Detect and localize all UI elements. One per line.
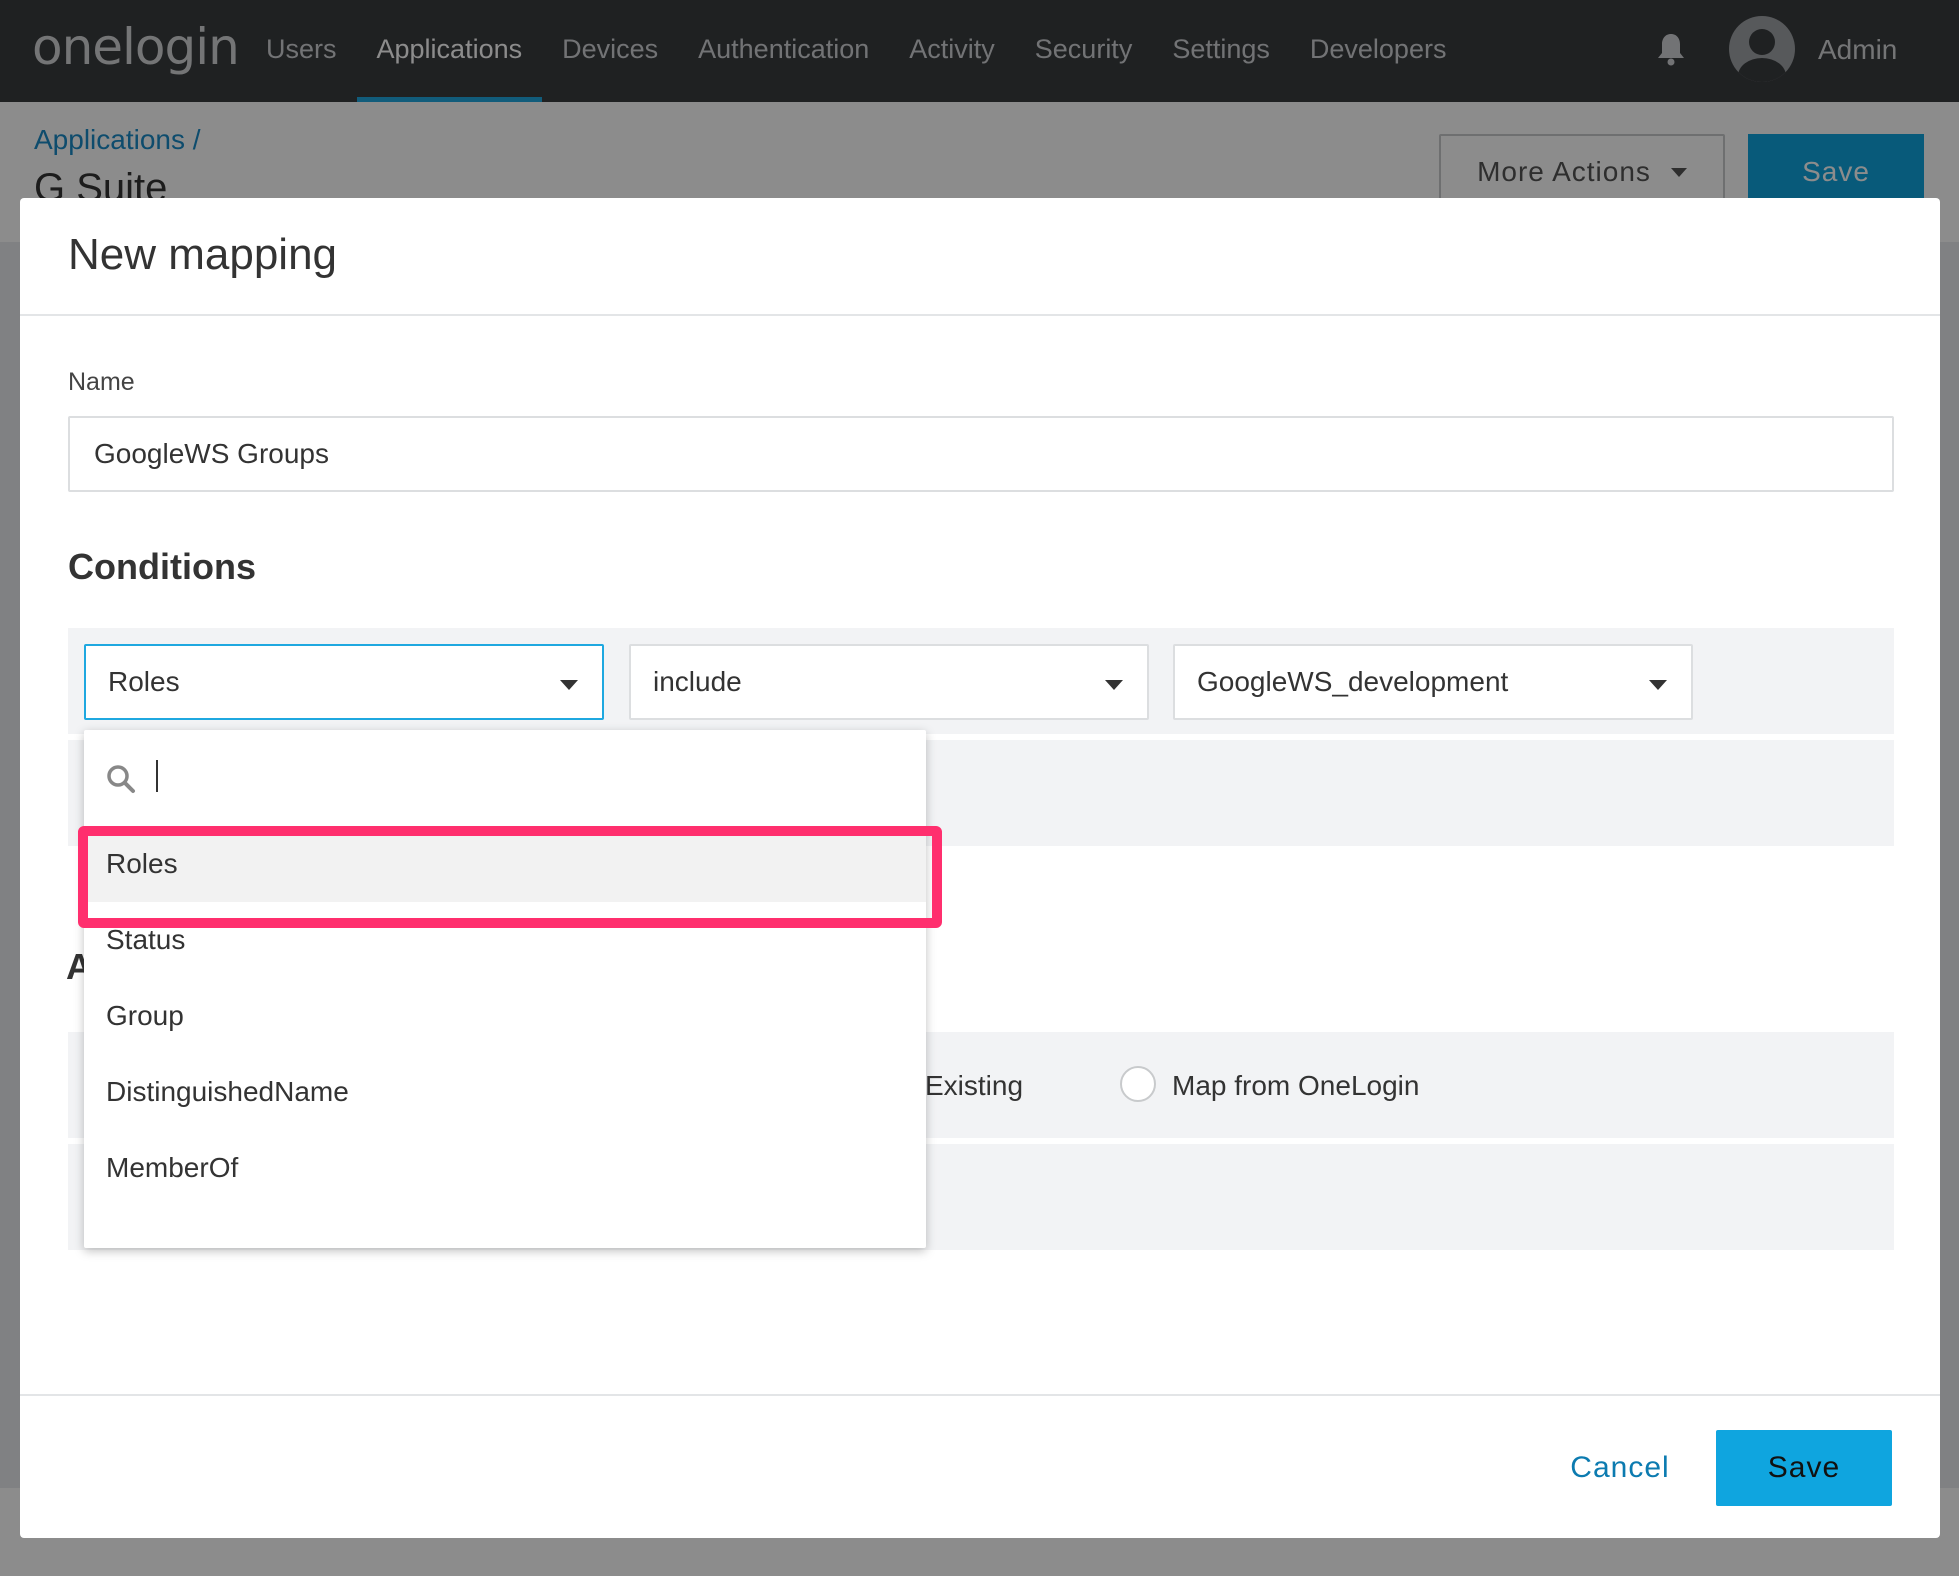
chevron-down-icon	[560, 680, 578, 690]
condition-field-value: Roles	[108, 666, 180, 697]
cancel-button[interactable]: Cancel	[1530, 1430, 1710, 1506]
name-input[interactable]	[68, 416, 1894, 492]
chevron-down-icon	[1105, 680, 1123, 690]
divider	[20, 1394, 1940, 1396]
name-label: Name	[68, 368, 135, 396]
map-from-onelogin-radio[interactable]	[1120, 1066, 1156, 1102]
divider	[20, 314, 1940, 316]
search-icon	[107, 765, 135, 793]
dropdown-search-input[interactable]	[154, 752, 894, 800]
modal-title: New mapping	[68, 230, 338, 279]
conditions-heading: Conditions	[68, 546, 256, 587]
dropdown-option-group[interactable]: Group	[84, 978, 926, 1054]
chevron-down-icon	[1649, 680, 1667, 690]
condition-operator-value: include	[653, 666, 742, 697]
condition-operator-select[interactable]: include	[629, 644, 1149, 720]
condition-value-select[interactable]: GoogleWS_development	[1173, 644, 1693, 720]
highlight-annotation	[78, 826, 942, 928]
map-from-onelogin-label[interactable]: Map from OneLogin	[1172, 1070, 1419, 1102]
dropdown-option-distinguishedname[interactable]: DistinguishedName	[84, 1054, 926, 1130]
save-button[interactable]: Save	[1716, 1430, 1892, 1506]
existing-option-label[interactable]: Existing	[925, 1070, 1023, 1102]
condition-value-value: GoogleWS_development	[1197, 666, 1509, 697]
dropdown-option-memberof[interactable]: MemberOf	[84, 1130, 926, 1206]
condition-field-select[interactable]: Roles	[84, 644, 604, 720]
field-dropdown-menu: Roles Status Group DistinguishedName Mem…	[84, 730, 926, 1248]
